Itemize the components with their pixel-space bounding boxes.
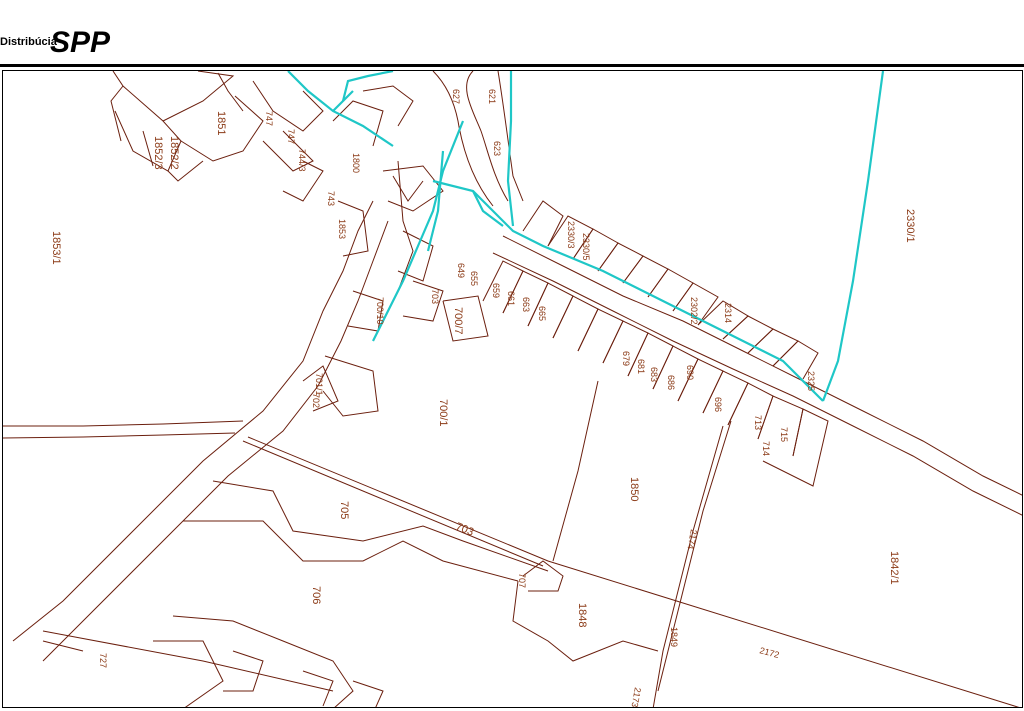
parcel-labels: 1852/2 1852/3 1851 1853/1 627 621 623 64… bbox=[50, 89, 916, 708]
parcel-label: 649 bbox=[456, 263, 466, 278]
parcel-label: 690 bbox=[685, 365, 695, 380]
parcel-label: 702 bbox=[311, 393, 321, 408]
header: Distribúcia SPP bbox=[0, 0, 1024, 67]
parcel-label: 659 bbox=[491, 283, 501, 298]
parcel-label: 743 bbox=[326, 191, 336, 206]
logo-text: SPP bbox=[50, 26, 111, 56]
parcel-label: 655 bbox=[469, 271, 479, 286]
parcel-label: 627 bbox=[451, 89, 461, 104]
parcel-label: 661 bbox=[506, 291, 516, 306]
parcel-label: 1851 bbox=[215, 111, 227, 135]
parcel-label: 1842/1 bbox=[888, 551, 900, 585]
parcel-label: 681 bbox=[636, 359, 646, 374]
parcel-label: 714 bbox=[761, 441, 771, 456]
parcel-label: 2314 bbox=[723, 303, 733, 323]
parcel-label: 2173 bbox=[630, 687, 643, 708]
parcel-label: 2330/5 bbox=[581, 233, 591, 261]
parcel-label: 2330/1 bbox=[904, 209, 916, 243]
parcel-label: 706 bbox=[310, 586, 322, 604]
parcel-label: 1852/2 bbox=[168, 136, 180, 170]
parcel-label: 713 bbox=[753, 415, 763, 430]
parcel-label: 747 bbox=[264, 111, 274, 126]
parcel-label: 665 bbox=[537, 306, 547, 321]
parcel-label: 683 bbox=[649, 367, 659, 382]
parcel-label: 686 bbox=[666, 375, 676, 390]
parcel-label: 1848 bbox=[576, 603, 588, 627]
parcel-label: 2325 bbox=[806, 371, 816, 391]
parcel-label: 705 bbox=[338, 501, 350, 519]
company-label: Distribúcia bbox=[0, 36, 57, 48]
parcel-label: 1853/1 bbox=[50, 231, 62, 265]
spp-logo: SPP bbox=[50, 26, 111, 56]
parcel-label: 623 bbox=[492, 141, 502, 156]
parcel-label: 727 bbox=[98, 653, 108, 668]
map-canvas[interactable]: 1852/2 1852/3 1851 1853/1 627 621 623 64… bbox=[3, 71, 1023, 708]
header-rule bbox=[0, 64, 1024, 67]
parcel-label: 700/1 bbox=[437, 399, 449, 427]
parcel-label: 621 bbox=[487, 89, 497, 104]
cadastral-map[interactable]: 1852/2 1852/3 1851 1853/1 627 621 623 64… bbox=[2, 70, 1023, 708]
parcel-label: 744/3 bbox=[297, 149, 307, 172]
parcel-label: 663 bbox=[521, 297, 531, 312]
parcel-label: 707 bbox=[517, 573, 527, 588]
parcel-label: 703 bbox=[430, 289, 440, 304]
parcel-label: 2302/2 bbox=[689, 297, 699, 325]
parcel-label: 2172 bbox=[758, 645, 780, 660]
parcel-label: 1852/3 bbox=[152, 136, 164, 170]
parcel-label: 679 bbox=[621, 351, 631, 366]
parcel-label: 700/10 bbox=[375, 297, 385, 325]
parcel-label: 2330/3 bbox=[566, 221, 576, 249]
parcel-label: 1800 bbox=[351, 153, 361, 173]
parcel-label: 1849 bbox=[669, 627, 679, 647]
parcel-label: 2174 bbox=[686, 529, 699, 550]
parcel-label: 747 bbox=[286, 129, 296, 144]
parcel-label: 1850 bbox=[628, 477, 640, 501]
parcel-label: 715 bbox=[779, 427, 789, 442]
parcel-label: 696 bbox=[713, 397, 723, 412]
parcel-label: 700/7 bbox=[452, 307, 464, 335]
parcel-label: 1853 bbox=[337, 219, 347, 239]
